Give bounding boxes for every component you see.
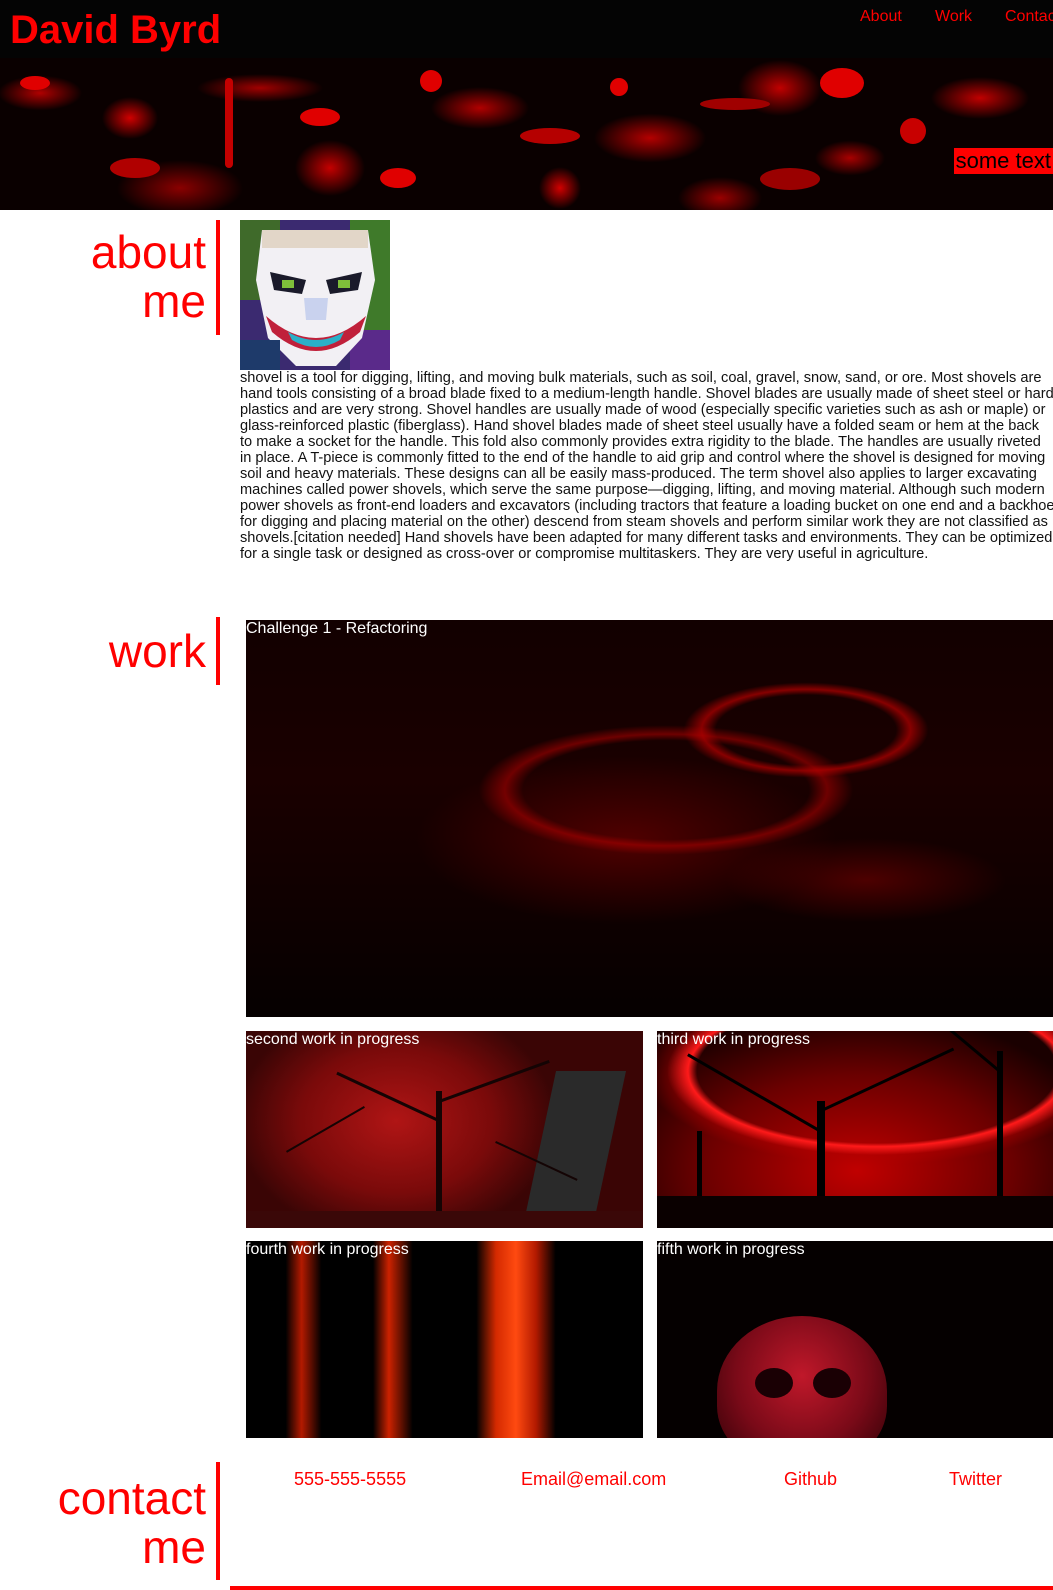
footer-divider [230,1586,1053,1590]
site-header: David Byrd About Work Contact [0,0,1053,58]
joker-portrait-icon [240,220,390,370]
about-bio: shovel is a tool for digging, lifting, a… [240,370,1053,562]
skull-icon [717,1316,887,1438]
nav-about-link[interactable]: About [860,8,902,26]
contact-phone-link[interactable]: 555-555-5555 [294,1468,406,1490]
contact-github-link[interactable]: Github [784,1468,837,1490]
work-caption: fourth work in progress [246,1241,409,1258]
contact-twitter-link[interactable]: Twitter [949,1468,1002,1490]
hero-banner: some text [0,58,1053,210]
nav-work-link[interactable]: Work [935,8,972,26]
contact-email-link[interactable]: Email@email.com [521,1468,666,1490]
about-heading: about me [0,220,220,335]
work-caption: third work in progress [657,1031,810,1048]
contact-heading-line1: contact [57,1472,206,1524]
avatar [240,220,390,370]
hero-tagline: some text [953,148,1053,174]
contact-heading: contact me [0,1462,220,1580]
about-heading-line2: me [142,275,206,327]
work-card-challenge-1[interactable]: Challenge 1 - Refactoring [246,620,1053,1017]
work-caption: fifth work in progress [657,1241,805,1258]
contact-heading-line2: me [142,1521,206,1573]
main-nav: About Work Contact [860,8,1053,28]
site-title: David Byrd [10,8,222,52]
work-card-second[interactable]: second work in progress [246,1031,643,1228]
work-card-fourth[interactable]: fourth work in progress [246,1241,643,1438]
nav-contact-link[interactable]: Contact [1005,8,1053,26]
about-heading-line1: about [90,226,206,278]
work-caption: Challenge 1 - Refactoring [246,620,428,637]
work-caption: second work in progress [246,1031,420,1048]
work-card-third[interactable]: third work in progress [657,1031,1053,1228]
work-card-fifth[interactable]: fifth work in progress [657,1241,1053,1438]
work-heading: work [0,617,220,685]
